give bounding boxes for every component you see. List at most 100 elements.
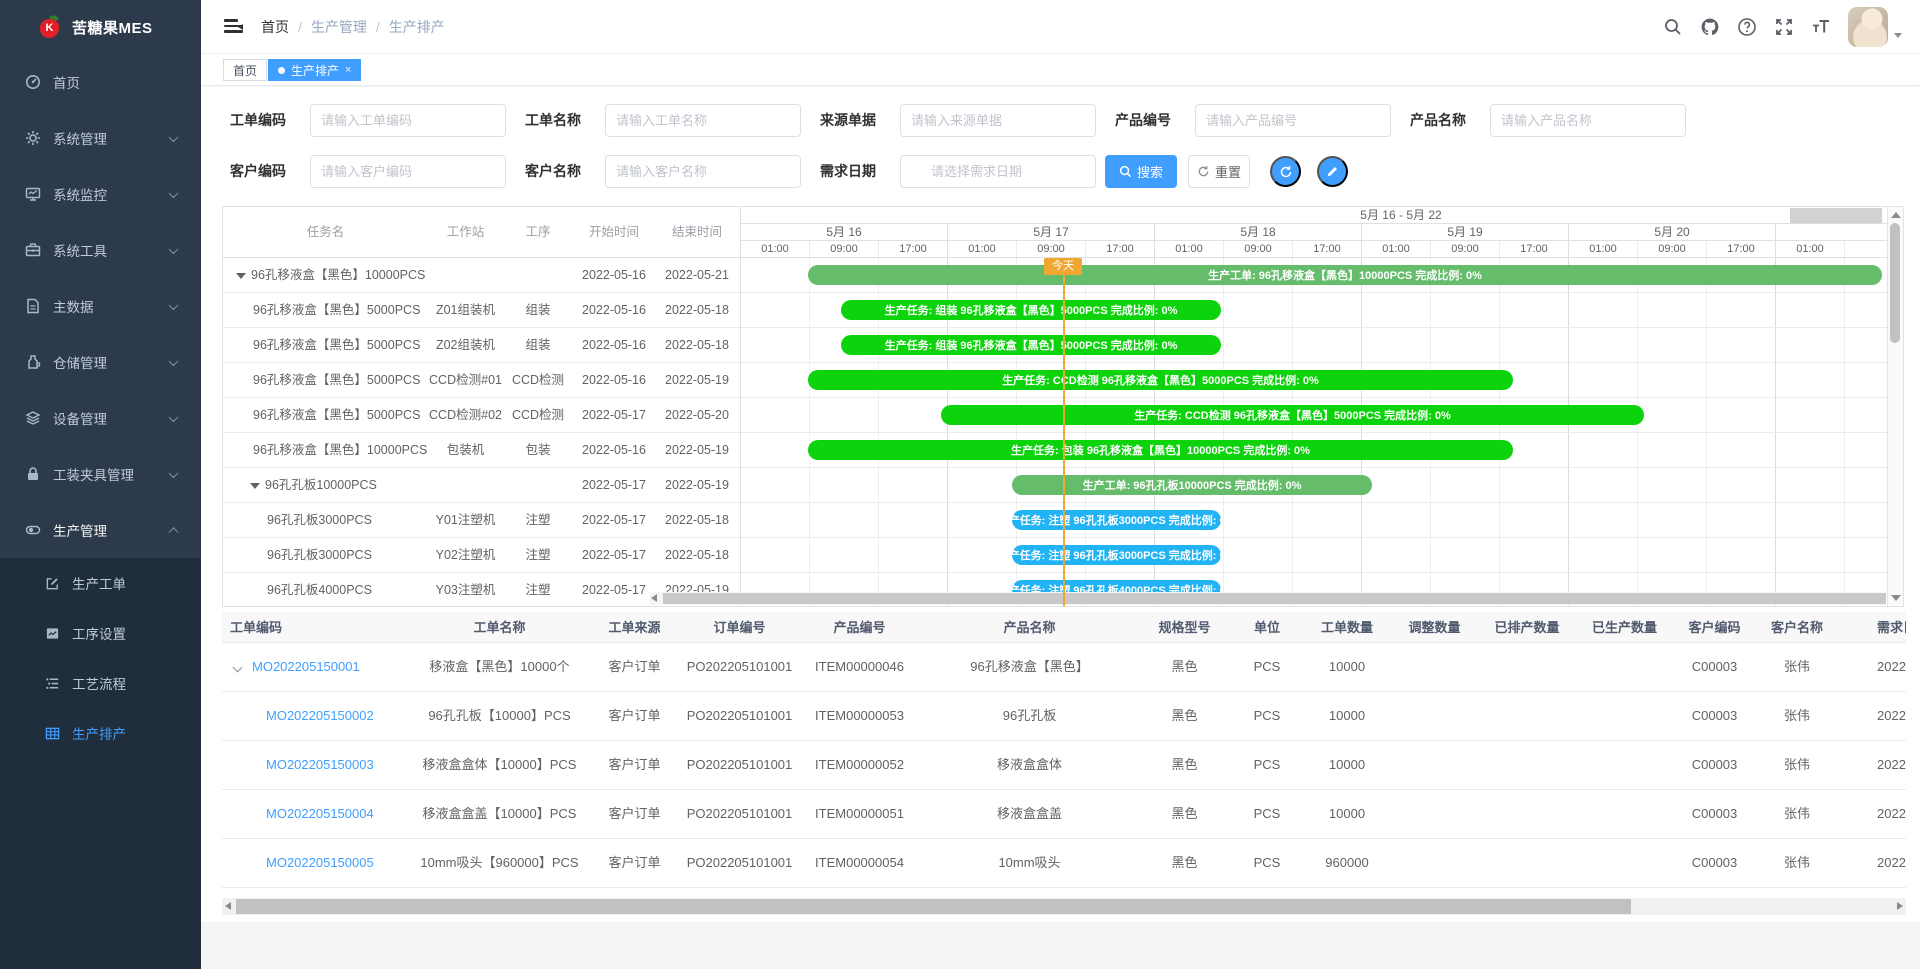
scroll-down-icon[interactable]: [1891, 595, 1901, 601]
sidebar-item-system-monitor[interactable]: 系统监控: [0, 166, 201, 222]
breadcrumb-production[interactable]: 生产管理: [311, 17, 367, 37]
table-row[interactable]: MO202205150004 移液盒盒盖【10000】PCS客户订单 PO202…: [222, 790, 1906, 839]
product-name-input[interactable]: [1490, 104, 1686, 137]
font-size-icon[interactable]: [1811, 17, 1831, 37]
gantt-task-row[interactable]: 96孔移液盒【黑色】10000PCS包装机包装2022-05-162022-05…: [223, 433, 740, 468]
sidebar-item-process-flow[interactable]: 工艺流程: [0, 658, 201, 708]
list-icon: [45, 676, 60, 691]
sidebar-item-label: 仓储管理: [53, 352, 107, 372]
source-doc-input[interactable]: [900, 104, 1096, 137]
gantt-day-row: 5月 16 5月 17 5月 18 5月 19 5月 20: [741, 224, 1889, 241]
collapse-triangle-icon[interactable]: [250, 483, 260, 489]
avatar[interactable]: [1848, 7, 1888, 47]
gantt-bar-task[interactable]: 生产任务: CCD检测 96孔移液盒【黑色】5000PCS 完成比例: 0%: [941, 405, 1644, 425]
fullscreen-icon[interactable]: [1774, 17, 1794, 37]
edit-circle-button[interactable]: [1317, 156, 1348, 187]
sidebar-item-system-tools[interactable]: 系统工具: [0, 222, 201, 278]
work-order-link[interactable]: MO202205150005: [266, 839, 374, 887]
demand-date-input[interactable]: [900, 155, 1096, 188]
filter-label: 客户编码: [230, 155, 286, 188]
work-order-link[interactable]: MO202205150004: [266, 790, 374, 838]
sidebar-item-warehouse[interactable]: 仓储管理: [0, 334, 201, 390]
sidebar-item-equipment[interactable]: 设备管理: [0, 390, 201, 446]
gantt-task-row[interactable]: 96孔孔板10000PCS2022-05-172022-05-19: [223, 468, 740, 503]
scrollbar-thumb[interactable]: [236, 899, 1631, 914]
sidebar-item-process-settings[interactable]: 工序设置: [0, 608, 201, 658]
work-order-link[interactable]: MO202205150003: [266, 741, 374, 789]
sidebar-item-label: 生产工单: [72, 573, 126, 593]
active-dot-icon: [278, 67, 285, 74]
gantt-horizontal-scrollbar[interactable]: [649, 592, 1886, 605]
refresh-circle-button[interactable]: [1270, 156, 1301, 187]
collapse-triangle-icon[interactable]: [236, 273, 246, 279]
table-horizontal-scrollbar[interactable]: [222, 898, 1906, 915]
scroll-right-icon[interactable]: [1897, 902, 1903, 910]
product-code-input[interactable]: [1195, 104, 1391, 137]
sidebar-item-home[interactable]: 首页: [0, 54, 201, 110]
close-icon[interactable]: ×: [345, 64, 351, 76]
gantt-task-row[interactable]: 96孔移液盒【黑色】5000PCSZ01组装机组装2022-05-162022-…: [223, 293, 740, 328]
tags-bar: 首页 生产排产 ×: [201, 54, 1920, 86]
gantt-bar-task[interactable]: 生产任务: 组装 96孔移液盒【黑色】5000PCS 完成比例: 0%: [841, 335, 1221, 355]
filter-form: 工单编码 工单名称 来源单据 产品编号 产品名称 客户编码 客户名称 需求日期 …: [201, 87, 1920, 205]
scroll-left-icon[interactable]: [651, 594, 657, 602]
sidebar-item-system-admin[interactable]: 系统管理: [0, 110, 201, 166]
table-row[interactable]: MO202205150005 10mm吸头【960000】PCS客户订单 PO2…: [222, 839, 1906, 888]
breadcrumb-home[interactable]: 首页: [261, 17, 289, 37]
gantt-bar-workorder[interactable]: 生产工单: 96孔移液盒【黑色】10000PCS 完成比例: 0%: [808, 265, 1882, 285]
table-row[interactable]: MO202205150001 移液盒【黑色】10000个客户订单 PO20220…: [222, 643, 1906, 692]
table-row[interactable]: MO202205150002 96孔孔板【10000】PCS客户订单 PO202…: [222, 692, 1906, 741]
sidebar-item-production-scheduling[interactable]: 生产排产: [0, 708, 201, 758]
gantt-bar-workorder[interactable]: 生产工单: 96孔孔板10000PCS 完成比例: 0%: [1012, 475, 1372, 495]
app-screen: K 苦糖果MES 首页 系统管理 系统监控 系统工具 主数据: [0, 0, 1920, 969]
sidebar-collapse-icon[interactable]: [224, 19, 243, 35]
sidebar-item-fixtures[interactable]: 工装夹具管理: [0, 446, 201, 502]
search-button-label: 搜索: [1137, 162, 1163, 181]
gantt-task-row[interactable]: 96孔移液盒【黑色】5000PCSCCD检测#02CCD检测2022-05-17…: [223, 398, 740, 433]
search-icon[interactable]: [1663, 17, 1683, 37]
user-menu[interactable]: [1848, 7, 1902, 47]
gantt-task-row[interactable]: 96孔移液盒【黑色】5000PCSCCD检测#01CCD检测2022-05-16…: [223, 363, 740, 398]
sidebar-item-work-orders[interactable]: 生产工单: [0, 558, 201, 608]
scrollbar-thumb[interactable]: [1890, 223, 1900, 343]
scroll-up-icon[interactable]: [1891, 212, 1901, 218]
grid-icon: [45, 726, 60, 741]
customer-code-input[interactable]: [310, 155, 506, 188]
work-order-name-input[interactable]: [605, 104, 801, 137]
work-order-code-input[interactable]: [310, 104, 506, 137]
table-row[interactable]: MO202205150003 移液盒盒体【10000】PCS客户订单 PO202…: [222, 741, 1906, 790]
reset-button[interactable]: 重置: [1188, 155, 1250, 188]
gantt-task-row[interactable]: 96孔孔板3000PCSY02注塑机注塑2022-05-172022-05-18: [223, 538, 740, 573]
gantt-day-label: 5月 16: [741, 224, 948, 240]
customer-name-input[interactable]: [605, 155, 801, 188]
chevron-down-icon: [169, 132, 179, 142]
search-button[interactable]: 搜索: [1105, 155, 1177, 188]
expand-chevron-icon[interactable]: [233, 663, 243, 673]
app-logo[interactable]: K 苦糖果MES: [0, 0, 201, 54]
gantt-task-row[interactable]: 96孔孔板3000PCSY01注塑机注塑2022-05-172022-05-18: [223, 503, 740, 538]
scroll-left-icon[interactable]: [225, 902, 231, 910]
gantt-bar-task-selected[interactable]: 生产任务: 注塑 96孔孔板3000PCS 完成比例: 0%: [1012, 545, 1221, 565]
layers-icon: [25, 410, 41, 426]
tab-home[interactable]: 首页: [223, 59, 267, 81]
work-order-link[interactable]: MO202205150002: [266, 692, 374, 740]
help-icon[interactable]: [1737, 17, 1757, 37]
gantt-bar-task[interactable]: 生产任务: 组装 96孔移液盒【黑色】5000PCS 完成比例: 0%: [841, 300, 1221, 320]
work-order-link[interactable]: MO202205150001: [252, 643, 360, 691]
gantt-bar-task-selected[interactable]: 生产任务: 注塑 96孔孔板3000PCS 完成比例: 0%: [1012, 510, 1221, 530]
sidebar-item-master-data[interactable]: 主数据: [0, 278, 201, 334]
gantt-bar-task[interactable]: 生产任务: 包装 96孔移液盒【黑色】10000PCS 完成比例: 0%: [808, 440, 1513, 460]
gantt-task-row[interactable]: 96孔移液盒【黑色】10000PCS2022-05-162022-05-21: [223, 258, 740, 293]
github-icon[interactable]: [1700, 17, 1720, 37]
tab-production-scheduling[interactable]: 生产排产 ×: [268, 59, 361, 81]
col-station: 工作站: [428, 207, 503, 258]
scrollbar-thumb[interactable]: [663, 593, 1886, 604]
gantt-task-row[interactable]: 96孔移液盒【黑色】5000PCSZ02组装机组装2022-05-162022-…: [223, 328, 740, 363]
gantt-chart: 5月 16 - 5月 22 5月 16 5月 17 5月 18 5月 19 5月…: [741, 207, 1889, 606]
sidebar-item-label: 工序设置: [72, 623, 126, 643]
gantt-vertical-scrollbar[interactable]: [1887, 207, 1903, 606]
gantt-table-rows: 96孔移液盒【黑色】10000PCS2022-05-162022-05-21 9…: [223, 258, 740, 606]
chevron-up-icon: [169, 527, 179, 537]
gantt-bar-task[interactable]: 生产任务: CCD检测 96孔移液盒【黑色】5000PCS 完成比例: 0%: [808, 370, 1513, 390]
sidebar-item-production[interactable]: 生产管理: [0, 502, 201, 558]
